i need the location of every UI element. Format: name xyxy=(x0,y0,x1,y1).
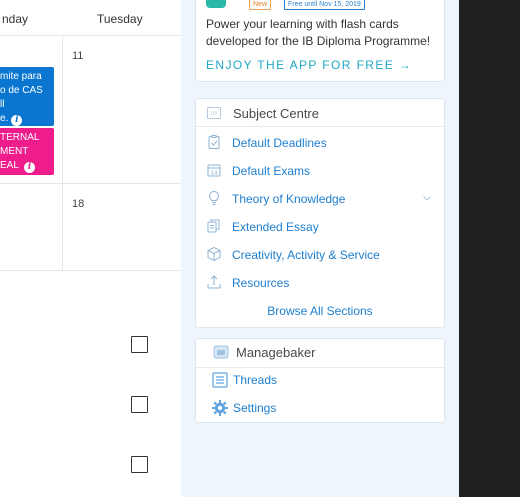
nav-item-settings[interactable]: Settings xyxy=(196,397,444,419)
app-promo-card: New Free until Nov 15, 2019 Power your l… xyxy=(195,0,445,82)
managebaker-icon xyxy=(213,345,229,359)
calendar-14-icon: 14 xyxy=(207,164,221,177)
day-header-monday: nday xyxy=(2,12,29,26)
calendar-event[interactable]: mite para o de CAS ll e. i xyxy=(0,67,54,126)
nav-item-threads[interactable]: Threads xyxy=(196,369,444,391)
calendar-area: nday Tuesday 11 18 mite para o de CAS ll… xyxy=(0,0,181,497)
nav-item-theory-of-knowledge[interactable]: Theory of Knowledge xyxy=(196,188,444,210)
day-number[interactable]: 18 xyxy=(72,198,84,210)
nav-item-default-deadlines[interactable]: Default Deadlines xyxy=(196,132,444,154)
browse-all-sections-link[interactable]: Browse All Sections xyxy=(196,304,444,318)
day-header-tuesday: Tuesday xyxy=(97,12,143,26)
event-text: TERNAL xyxy=(0,132,40,143)
cube-icon xyxy=(207,246,221,262)
upload-icon xyxy=(207,275,221,289)
task-checkbox[interactable] xyxy=(131,396,148,413)
nav-label: Settings xyxy=(233,401,277,415)
day-number[interactable]: 11 xyxy=(72,50,83,62)
nav-item-default-exams[interactable]: 14 Default Exams xyxy=(196,160,444,182)
calendar-week-divider xyxy=(0,183,181,184)
new-badge: New xyxy=(249,0,272,10)
subject-centre-card: DP Subject Centre Default Deadlines 14 D… xyxy=(195,98,445,328)
chevron-down-icon[interactable] xyxy=(422,193,432,203)
dark-edge-region xyxy=(459,0,520,497)
free-until-badge: Free until Nov 15, 2019 xyxy=(284,0,365,10)
nav-label: Threads xyxy=(233,373,278,387)
calendar-header: nday Tuesday xyxy=(0,0,181,36)
threads-icon xyxy=(212,372,228,388)
event-text: ll xyxy=(0,99,5,110)
enjoy-app-link[interactable]: ENJOY THE APP FOR FREE → xyxy=(206,58,412,72)
calendar-event[interactable]: TERNAL MENT EAL i xyxy=(0,128,54,175)
event-text: e. xyxy=(0,113,9,124)
nav-item-creativity-activity-service[interactable]: Creativity, Activity & Service xyxy=(196,244,444,266)
svg-text:14: 14 xyxy=(211,171,218,177)
subject-centre-icon: DP xyxy=(207,107,221,119)
event-text: o de CAS xyxy=(0,85,43,96)
documents-icon xyxy=(207,219,220,233)
info-icon[interactable]: i xyxy=(23,162,35,173)
event-text: mite para xyxy=(0,71,42,82)
gear-icon xyxy=(212,400,228,416)
nav-label: Extended Essay xyxy=(232,220,319,234)
divider xyxy=(196,126,444,127)
divider xyxy=(196,367,444,368)
nav-label: Resources xyxy=(232,276,290,290)
nav-label: Theory of Knowledge xyxy=(232,192,346,206)
info-icon[interactable]: i xyxy=(11,115,23,126)
clipboard-check-icon xyxy=(208,135,220,149)
nav-label: Default Deadlines xyxy=(232,136,327,150)
svg-text:DP: DP xyxy=(211,112,218,118)
calendar-bottom-divider xyxy=(0,270,181,271)
calendar-divider xyxy=(62,36,63,270)
flashcard-app-icon xyxy=(206,0,226,8)
promo-text: Power your learning with flash cards dev… xyxy=(206,17,431,48)
task-checkbox[interactable] xyxy=(131,336,148,353)
event-text: EAL xyxy=(0,160,19,171)
nav-item-extended-essay[interactable]: Extended Essay xyxy=(196,216,444,238)
managebaker-card: Managebaker Threads Settings xyxy=(195,338,445,423)
event-text: MENT xyxy=(0,146,29,157)
nav-label: Creativity, Activity & Service xyxy=(232,248,380,262)
managebaker-title: Managebaker xyxy=(236,345,316,360)
lightbulb-icon xyxy=(208,190,220,205)
sidebar-panel: New Free until Nov 15, 2019 Power your l… xyxy=(181,0,459,497)
task-checkbox[interactable] xyxy=(131,456,148,473)
nav-item-resources[interactable]: Resources xyxy=(196,272,444,294)
subject-centre-title: Subject Centre xyxy=(233,106,319,121)
nav-label: Default Exams xyxy=(232,164,311,178)
